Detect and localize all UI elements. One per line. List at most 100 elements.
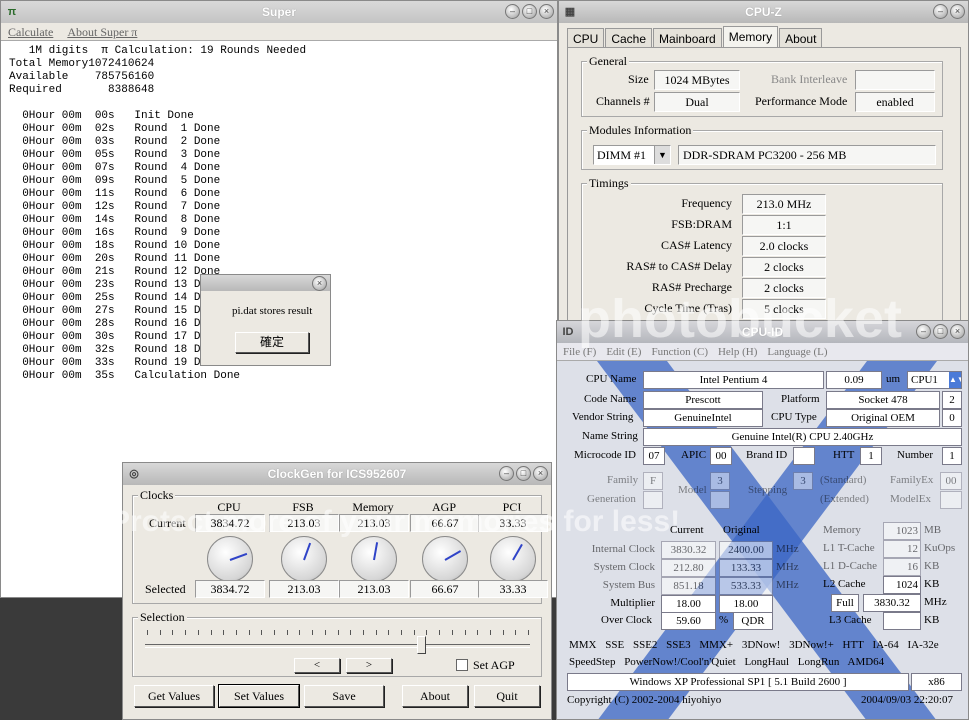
brand-id-label: Brand ID [746,449,788,461]
cpuid-menubar: File (F) Edit (E) Function (C) Help (H) Lang… [557,343,968,361]
clockgen-title: ClockGen for ICS952607 [267,467,407,481]
slider-tick [261,630,263,635]
close-icon[interactable]: × [312,276,327,291]
cache-row-value: 1023 [883,522,921,540]
htt-field: 1 [860,447,882,465]
tab-mainboard[interactable]: Mainboard [653,28,722,48]
get-values-button[interactable]: Get Values [134,685,214,707]
minimize-icon[interactable]: – [933,4,948,19]
column-header-cpu: CPU [217,500,241,514]
superpi-titlebar[interactable]: π Super – □ × [1,1,557,23]
close-icon[interactable]: × [533,466,548,481]
cpuid-titlebar[interactable]: ID CPU-ID – □ × [557,321,968,343]
clock-row-current: 18.00 [661,595,716,613]
quit-button[interactable]: Quit [474,685,540,707]
cpuid-menu-item[interactable]: File (F) [563,346,596,358]
platform-field: Socket 478 [826,391,940,409]
chevron-down-icon[interactable]: ▼ [654,146,670,164]
minimize-icon[interactable]: – [505,4,520,19]
cpuid-menu-item[interactable]: Edit (E) [606,346,641,358]
log-line: 0Hour 00m 16s Round 9 Done [9,227,221,239]
apic-label: APIC [681,449,707,461]
tab-memory[interactable]: Memory [722,26,779,48]
slider-tick [223,630,225,635]
cpuid-menu-item[interactable]: Function (C) [651,346,708,358]
log-line: 0Hour 00m 20s Round 11 Done [9,253,221,265]
cpuid-menu-item[interactable]: Help (H) [718,346,757,358]
tab-about[interactable]: About [779,28,823,48]
menu-calculate[interactable]: Calculate [8,25,53,39]
code-name-label: Code Name [584,393,637,405]
log-line: 0Hour 00m 07s Round 4 Done [9,162,221,174]
l3-cache-field [883,612,921,630]
slider-tick [502,630,504,635]
superpi-title: Super [261,5,296,19]
minimize-icon[interactable]: – [916,324,931,339]
fsb-dial-icon [281,536,327,582]
stepping-field: 3 [793,472,813,490]
spinner-icon[interactable]: ▲▼ [949,372,961,388]
pci-dial-icon [490,536,536,582]
result-dialog: × pi.dat stores result 確定 [200,274,331,366]
timing-value: 2.0 clocks [742,236,826,256]
feature-flags-row1: MMX SSE SSE2 SSE3 MMX+ 3DNow! 3DNow!+ HT… [569,639,939,651]
cpu-select[interactable]: CPU1 ▲▼ [907,371,962,389]
name-string-label: Name String [582,430,638,442]
column-header-fsb: FSB [292,500,314,514]
clock-row-label: Internal Clock [591,543,655,555]
clockgen-titlebar[interactable]: ◎ ClockGen for ICS952607 – □ × [123,463,551,485]
cpuid-menu-item[interactable]: Language (L) [767,346,827,358]
about-button[interactable]: About [402,685,468,707]
slider-tick [439,630,441,635]
log-line: 0Hour 00m 00s Init Done [9,110,194,122]
dimm-select[interactable]: DIMM #1 ▼ [593,145,671,165]
slider-tick [413,630,415,635]
close-icon[interactable]: × [539,4,554,19]
current-pci-field: 33.33 [478,514,548,532]
cpuz-titlebar[interactable]: ▦ CPU-Z – × [559,1,968,23]
set-agp-checkbox[interactable] [456,659,468,671]
dialog-ok-button[interactable]: 確定 [235,332,309,353]
microcode-field: 07 [643,447,665,465]
full-field[interactable]: Full [831,594,859,612]
perf-mode-field: enabled [855,92,935,112]
cpu-type-num-field: 0 [942,409,962,427]
maximize-icon[interactable]: □ [522,4,537,19]
dimm-select-value: DIMM #1 [597,148,647,162]
slider-tick [210,630,212,635]
set-values-button[interactable]: Set Values [218,684,300,708]
slider-tick [362,630,364,635]
close-icon[interactable]: × [950,4,965,19]
fsb-slider-thumb[interactable] [417,636,426,654]
clock-row-original: 133.33 [719,559,773,577]
brand-id-field [793,447,815,465]
general-group-label: General [587,54,629,69]
process-field: 0.09 [826,371,882,389]
clock-row-original: 533.33 [719,577,773,595]
cache-row-value: 1024 [883,576,921,594]
clock-row-unit: MHz [776,579,799,591]
clock-row-current: 212.80 [661,559,716,577]
prev-button[interactable]: < [294,658,340,673]
slider-tick [464,630,466,635]
clockgen-app-icon: ◎ [129,468,139,480]
model-field: 3 [710,472,730,490]
memory-dial-icon [351,536,397,582]
menu-about[interactable]: About Super π [67,25,137,39]
overclock-field: 59.60 [661,612,716,630]
save-button[interactable]: Save [304,685,384,707]
close-icon[interactable]: × [950,324,965,339]
minimize-icon[interactable]: – [499,466,514,481]
maximize-icon[interactable]: □ [933,324,948,339]
tab-cache[interactable]: Cache [605,28,653,48]
tab-cpu[interactable]: CPU [567,28,605,48]
generation-label: Generation [587,493,636,505]
dialog-titlebar[interactable]: × [201,275,330,291]
fsb-slider-track[interactable] [145,644,530,648]
pi-app-icon: π [7,6,17,18]
clock-row-unit: MHz [776,543,799,555]
selected-pci-field: 33.33 [478,580,548,598]
slider-tick [248,630,250,635]
maximize-icon[interactable]: □ [516,466,531,481]
next-button[interactable]: > [346,658,392,673]
